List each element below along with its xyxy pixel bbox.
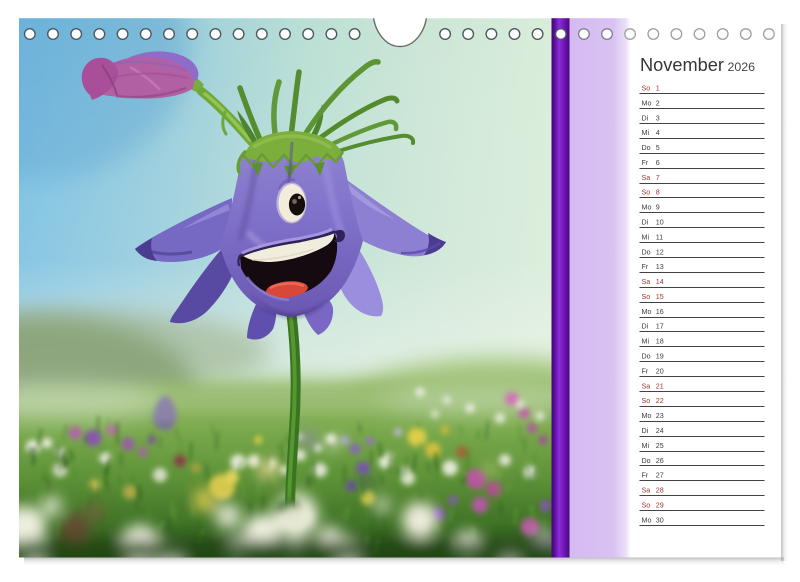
svg-text:7: 7 <box>656 174 660 182</box>
svg-text:16: 16 <box>656 308 664 316</box>
svg-text:Sa: Sa <box>642 487 651 495</box>
svg-text:11: 11 <box>656 233 663 241</box>
svg-text:Do: Do <box>642 353 651 361</box>
svg-text:26: 26 <box>656 457 664 465</box>
svg-text:Sa: Sa <box>642 278 651 286</box>
svg-text:Fr: Fr <box>642 159 649 167</box>
svg-text:Do: Do <box>642 248 651 256</box>
svg-text:Mo: Mo <box>642 204 652 212</box>
svg-text:19: 19 <box>656 353 664 361</box>
svg-text:14: 14 <box>656 278 664 286</box>
svg-text:November: November <box>640 55 724 75</box>
svg-text:Di: Di <box>642 323 649 331</box>
svg-text:21: 21 <box>656 382 664 390</box>
svg-text:1: 1 <box>656 85 660 93</box>
svg-text:17: 17 <box>656 323 664 331</box>
svg-text:22: 22 <box>656 397 664 405</box>
svg-text:Mo: Mo <box>642 516 652 524</box>
svg-text:Fr: Fr <box>642 263 649 271</box>
svg-text:27: 27 <box>656 472 664 480</box>
svg-text:Fr: Fr <box>642 472 649 480</box>
svg-text:So: So <box>642 397 651 405</box>
svg-text:Mi: Mi <box>642 129 650 137</box>
svg-text:29: 29 <box>656 501 664 509</box>
svg-text:2: 2 <box>656 99 660 107</box>
svg-text:28: 28 <box>656 487 664 495</box>
svg-text:So: So <box>642 501 651 509</box>
svg-text:30: 30 <box>656 516 664 524</box>
svg-text:Do: Do <box>642 457 651 465</box>
svg-text:Di: Di <box>642 427 649 435</box>
svg-text:Mi: Mi <box>642 338 650 346</box>
svg-text:Sa: Sa <box>642 382 651 390</box>
svg-text:24: 24 <box>656 427 664 435</box>
svg-text:So: So <box>642 85 651 93</box>
svg-text:10: 10 <box>656 219 664 227</box>
svg-text:18: 18 <box>656 338 664 346</box>
svg-text:15: 15 <box>656 293 664 301</box>
svg-text:Mi: Mi <box>642 442 650 450</box>
svg-text:25: 25 <box>656 442 664 450</box>
svg-text:3: 3 <box>656 114 660 122</box>
svg-text:Di: Di <box>642 114 649 122</box>
svg-text:8: 8 <box>656 189 660 197</box>
svg-text:20: 20 <box>656 367 664 375</box>
svg-text:23: 23 <box>656 412 664 420</box>
svg-text:2026: 2026 <box>728 60 756 74</box>
svg-text:Sa: Sa <box>642 174 651 182</box>
svg-text:Mo: Mo <box>642 99 652 107</box>
svg-text:Di: Di <box>642 219 649 227</box>
svg-text:12: 12 <box>656 248 664 256</box>
svg-text:So: So <box>642 189 651 197</box>
svg-text:9: 9 <box>656 204 660 212</box>
svg-text:4: 4 <box>656 129 660 137</box>
svg-text:Mo: Mo <box>642 412 652 420</box>
svg-text:So: So <box>642 293 651 301</box>
svg-text:13: 13 <box>656 263 664 271</box>
svg-text:Mi: Mi <box>642 233 650 241</box>
svg-text:Do: Do <box>642 144 651 152</box>
svg-text:6: 6 <box>656 159 660 167</box>
svg-text:Fr: Fr <box>642 367 649 375</box>
svg-text:Mo: Mo <box>642 308 652 316</box>
svg-text:5: 5 <box>656 144 660 152</box>
